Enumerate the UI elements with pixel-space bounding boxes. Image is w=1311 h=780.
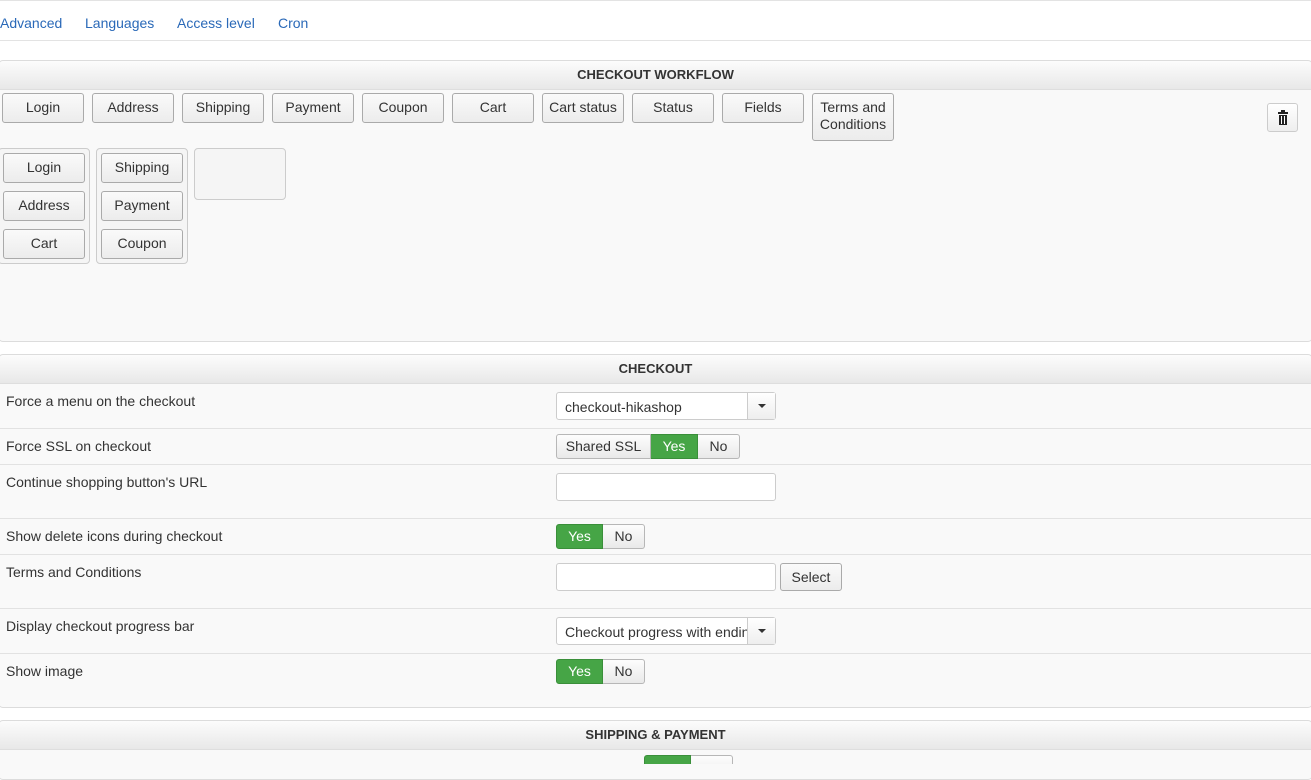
workflow-available-shipping[interactable]: Shipping — [182, 93, 264, 123]
workflow-available-fields[interactable]: Fields — [722, 93, 804, 123]
workflow-available-coupon[interactable]: Coupon — [362, 93, 444, 123]
terms-label: Terms and Conditions — [6, 564, 142, 580]
checkout-workflow-title: CHECKOUT WORKFLOW — [0, 61, 1311, 90]
show-image-no-option[interactable]: No — [603, 659, 645, 684]
workflow-available-payment[interactable]: Payment — [272, 93, 354, 123]
force-ssl-no-option[interactable]: No — [698, 434, 740, 459]
delete-icons-label: Show delete icons during checkout — [6, 528, 223, 544]
progress-bar-value: Checkout progress with ending — [565, 624, 749, 640]
delete-icons-no-option[interactable]: No — [603, 524, 645, 549]
chevron-down-icon[interactable] — [747, 618, 775, 644]
continue-url-label: Continue shopping button's URL — [6, 474, 208, 490]
tab-advanced[interactable]: Advanced — [0, 15, 62, 31]
continue-url-input[interactable] — [556, 473, 776, 501]
workflow-step-empty[interactable] — [194, 148, 286, 200]
workflow-available-cart-status[interactable]: Cart status — [542, 93, 624, 123]
delete-icons-yes-option[interactable]: Yes — [556, 524, 603, 549]
show-image-toggle[interactable]: Yes No — [556, 659, 645, 684]
workflow-available-login[interactable]: Login — [2, 93, 84, 123]
top-tab-bar: Advanced Languages Access level Cron — [0, 0, 1311, 41]
show-image-yes-option[interactable]: Yes — [556, 659, 603, 684]
tab-languages[interactable]: Languages — [85, 15, 154, 31]
workflow-available-address[interactable]: Address — [92, 93, 174, 123]
force-ssl-toggle[interactable]: Shared SSL Yes No — [556, 434, 740, 459]
show-image-label: Show image — [6, 663, 84, 679]
workflow-step2-payment[interactable]: Payment — [101, 191, 183, 221]
progress-bar-label: Display checkout progress bar — [6, 618, 195, 634]
workflow-step2-shipping[interactable]: Shipping — [101, 153, 183, 183]
force-ssl-yes-option[interactable]: Yes — [651, 434, 698, 459]
force-ssl-shared-option[interactable]: Shared SSL — [556, 434, 651, 459]
force-ssl-label: Force SSL on checkout — [6, 438, 152, 454]
workflow-step1-login[interactable]: Login — [3, 153, 85, 183]
row-show-image: Show image — [0, 654, 1311, 706]
chevron-down-icon[interactable] — [747, 393, 775, 419]
shipping-payment-panel: SHIPPING & PAYMENT — [0, 720, 1311, 780]
shipping-payment-yes-partial[interactable] — [644, 755, 691, 764]
shipping-payment-no-partial[interactable] — [691, 755, 733, 764]
workflow-available-cart[interactable]: Cart — [452, 93, 534, 123]
shipping-payment-title: SHIPPING & PAYMENT — [0, 721, 1311, 750]
terms-input[interactable] — [556, 563, 776, 591]
workflow-available-terms[interactable]: Terms and Conditions — [812, 93, 894, 141]
trash-icon[interactable] — [1267, 103, 1298, 132]
force-menu-select[interactable]: checkout-hikashop — [556, 392, 776, 420]
delete-icons-toggle[interactable]: Yes No — [556, 524, 645, 549]
row-delete-icons: Show delete icons during checkout — [0, 519, 1311, 555]
tab-cron[interactable]: Cron — [278, 15, 308, 31]
workflow-step1-cart[interactable]: Cart — [3, 229, 85, 259]
tab-access-level[interactable]: Access level — [177, 15, 255, 31]
terms-select-button[interactable]: Select — [780, 563, 842, 591]
checkout-title: CHECKOUT — [0, 355, 1311, 384]
workflow-step1-address[interactable]: Address — [3, 191, 85, 221]
workflow-available-status[interactable]: Status — [632, 93, 714, 123]
force-menu-value: checkout-hikashop — [565, 399, 682, 415]
force-menu-label: Force a menu on the checkout — [6, 393, 196, 409]
workflow-step2-coupon[interactable]: Coupon — [101, 229, 183, 259]
progress-bar-select[interactable]: Checkout progress with ending — [556, 617, 776, 645]
shipping-payment-toggle-partial[interactable] — [644, 755, 733, 764]
